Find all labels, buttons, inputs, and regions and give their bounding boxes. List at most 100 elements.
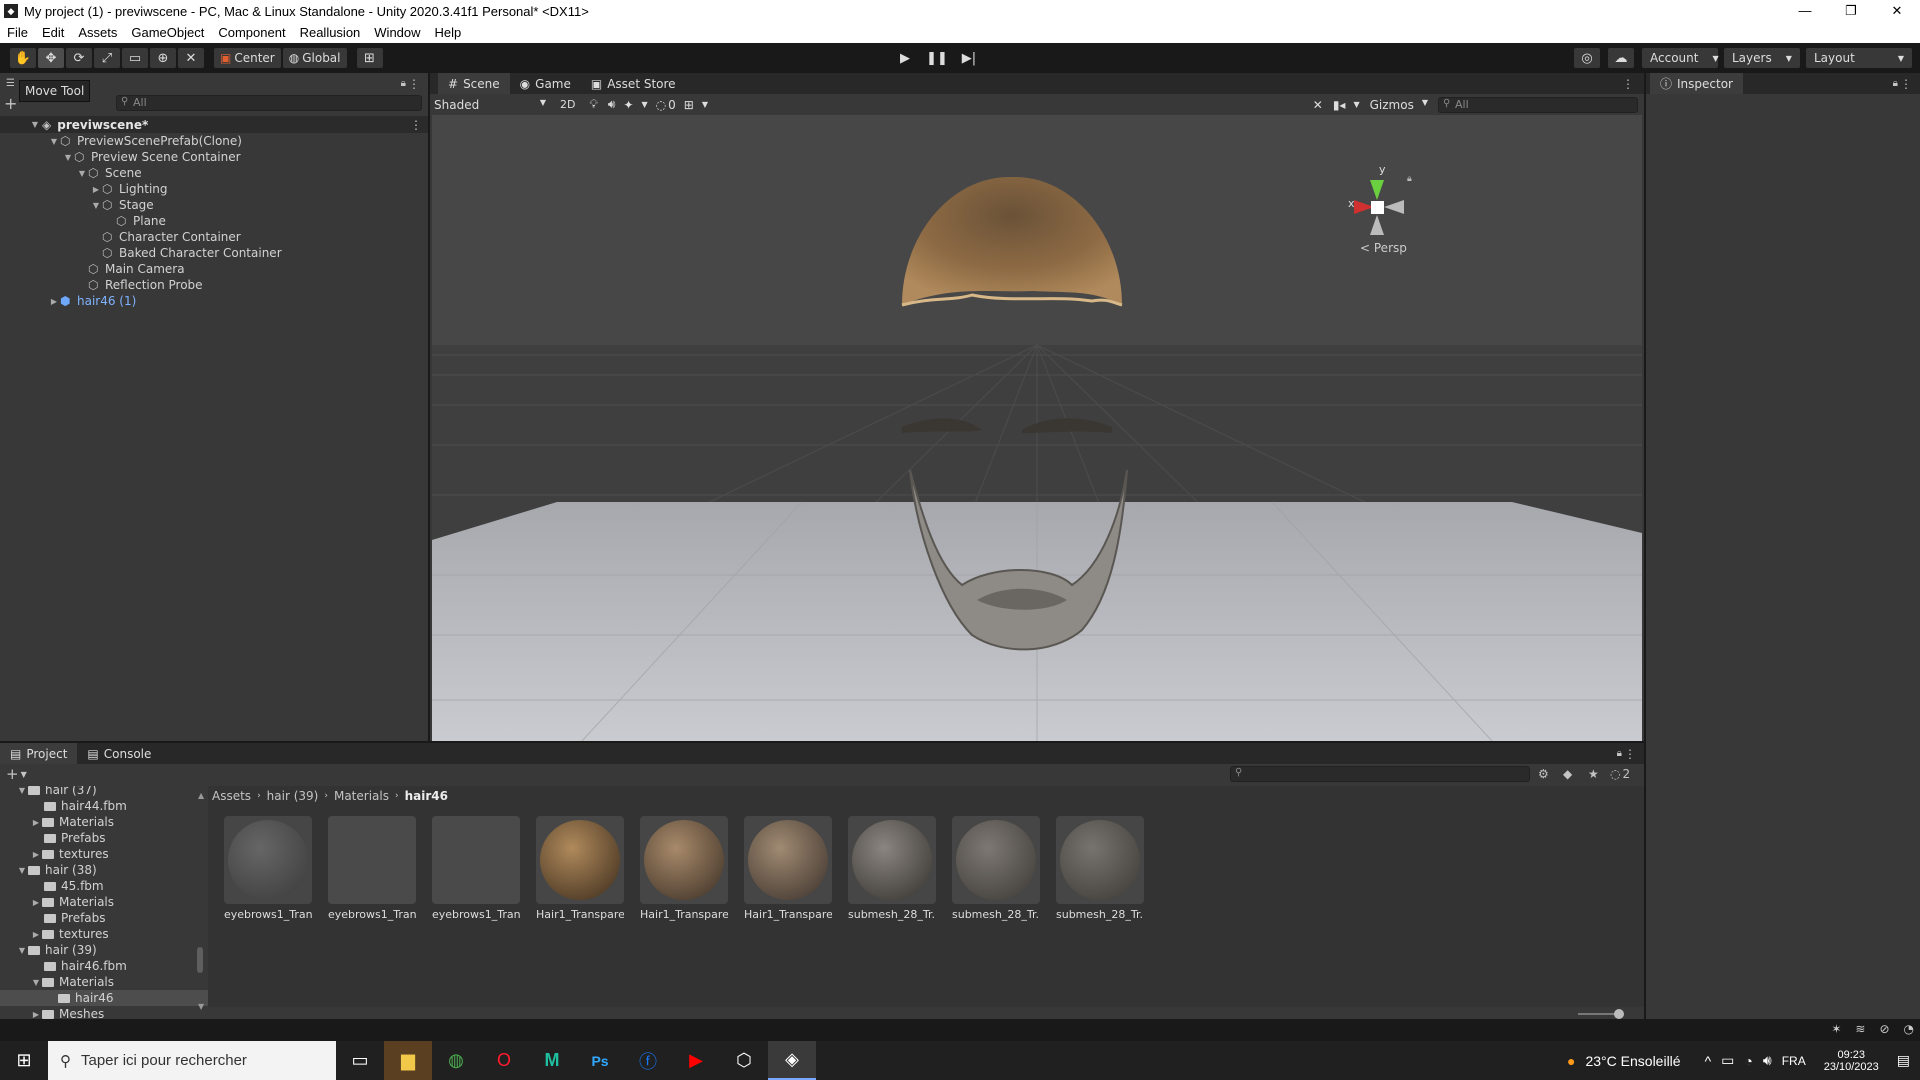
chevron-down-icon[interactable]: ▼ <box>698 100 712 109</box>
collapse-triangle-icon[interactable]: ▶ <box>30 1010 42 1019</box>
menu-gameobject[interactable]: GameObject <box>124 25 211 40</box>
gizmos-dropdown[interactable]: Gizmos ▼ <box>1364 98 1434 112</box>
breadcrumb-item[interactable]: Assets <box>212 789 251 803</box>
menu-reallusion[interactable]: Reallusion <box>293 25 368 40</box>
tools-icon[interactable]: ✕ <box>1307 98 1329 112</box>
expand-triangle-icon[interactable]: ▼ <box>0 120 38 129</box>
menu-window[interactable]: Window <box>367 25 427 40</box>
shading-dropdown[interactable]: Shaded ▼ <box>434 98 552 112</box>
more-menu-icon[interactable]: ⋮ <box>1624 747 1636 761</box>
rotate-tool-icon[interactable]: ⟳ <box>66 48 92 68</box>
expand-triangle-icon[interactable]: ▼ <box>76 169 88 178</box>
more-menu-icon[interactable]: ⋮ <box>1900 77 1912 91</box>
folder-tree-scrollbar[interactable]: ▲ ▼ <box>196 791 206 1011</box>
tab-asset-store[interactable]: ▣ Asset Store <box>581 73 686 94</box>
expand-triangle-icon[interactable]: ▼ <box>48 137 60 146</box>
hierarchy-item[interactable]: ⬡ Reflection Probe <box>0 277 428 293</box>
custom-tool-icon[interactable]: ✕ <box>178 48 204 68</box>
youtube-icon[interactable]: ▶ <box>672 1041 720 1080</box>
menu-help[interactable]: Help <box>428 25 469 40</box>
lock-icon[interactable]: 🔒︎ <box>1617 748 1622 759</box>
chevron-down-icon[interactable]: ▼ <box>1349 100 1363 109</box>
hierarchy-item[interactable]: ▶ ⬡ Lighting <box>0 181 428 197</box>
lock-icon[interactable]: 🔒︎ <box>401 78 406 89</box>
add-icon[interactable]: + <box>6 765 19 783</box>
breadcrumb-item[interactable]: hair (39) <box>267 789 319 803</box>
scene-search-input[interactable]: ⚲ All <box>1438 96 1638 113</box>
pause-button[interactable]: ❚❚ <box>922 48 952 68</box>
language-indicator[interactable]: FRA <box>1782 1054 1806 1068</box>
rect-tool-icon[interactable]: ▭ <box>122 48 148 68</box>
play-button[interactable]: ▶ <box>890 48 920 68</box>
breadcrumb-item[interactable]: hair46 <box>405 789 448 803</box>
cache-icon[interactable]: ⊘ <box>1879 1022 1889 1036</box>
collapse-triangle-icon[interactable]: ▶ <box>30 818 42 827</box>
scene-viewport[interactable]: y x 🔒︎ < Persp <box>432 115 1642 741</box>
scene-row[interactable]: ▼ ◈ previwscene* ⋮ <box>0 116 428 133</box>
menu-assets[interactable]: Assets <box>71 25 124 40</box>
filter-type-icon[interactable]: ⚙ <box>1538 767 1549 781</box>
photoshop-icon[interactable]: Ps <box>576 1041 624 1080</box>
facebook-icon[interactable]: ⓕ <box>624 1041 672 1080</box>
collapse-triangle-icon[interactable]: ▶ <box>90 185 102 194</box>
notification-icon[interactable]: ✶ <box>1831 1022 1841 1036</box>
hierarchy-item[interactable]: ⬡ Character Container <box>0 229 428 245</box>
project-search-input[interactable]: ⚲ <box>1230 766 1530 782</box>
more-menu-icon[interactable]: ⋮ <box>410 118 422 132</box>
asset-item[interactable]: submesh_28_Tr... <box>1056 816 1144 921</box>
close-button[interactable]: ✕ <box>1874 0 1920 22</box>
tab-inspector[interactable]: ⓘ Inspector <box>1650 73 1743 94</box>
cloud-icon[interactable]: ☁ <box>1608 48 1634 68</box>
folder-item[interactable]: ▶ Materials <box>0 894 208 910</box>
expand-triangle-icon[interactable]: ▼ <box>30 978 42 987</box>
layout-dropdown[interactable]: Layout ▼ <box>1806 48 1912 68</box>
asset-item[interactable]: Hair1_Transpare... <box>640 816 728 921</box>
camera-icon[interactable]: ▮◂ <box>1329 98 1350 112</box>
hierarchy-item[interactable]: ▶ ⬢ hair46 (1) <box>0 293 428 309</box>
filter-label-icon[interactable]: ◆ <box>1563 767 1572 781</box>
expand-triangle-icon[interactable]: ▼ <box>16 866 28 875</box>
transform-tool-icon[interactable]: ⊕ <box>150 48 176 68</box>
step-button[interactable]: ▶| <box>954 48 984 68</box>
asset-item[interactable]: submesh_28_Tr... <box>952 816 1040 921</box>
asset-item[interactable]: Hair1_Transpare... <box>536 816 624 921</box>
volume-icon[interactable]: 🔊︎ <box>1763 1052 1772 1069</box>
asset-item[interactable]: eyebrows1_Tran... <box>328 816 416 921</box>
folder-item[interactable]: ▼ hair (38) <box>0 862 208 878</box>
tab-console[interactable]: ▤ Console <box>77 743 161 764</box>
folder-item[interactable]: hair44.fbm <box>0 798 208 814</box>
asset-item[interactable]: eyebrows1_Tran... <box>432 816 520 921</box>
notifications-icon[interactable]: ▤ <box>1897 1052 1910 1069</box>
collapse-triangle-icon[interactable]: ▶ <box>30 930 42 939</box>
hierarchy-item[interactable]: ▼ ⬡ Preview Scene Container <box>0 149 428 165</box>
grid-toggle-icon[interactable]: ⊞ <box>680 98 698 112</box>
folder-item[interactable]: ▶ textures <box>0 926 208 942</box>
collapse-triangle-icon[interactable]: ▶ <box>30 850 42 859</box>
progress-icon[interactable]: ≋ <box>1855 1022 1865 1036</box>
collab-icon[interactable]: ◎ <box>1574 48 1600 68</box>
unity-hub-icon[interactable]: ⬡ <box>720 1041 768 1080</box>
hand-tool-icon[interactable]: ✋ <box>10 48 36 68</box>
hierarchy-item[interactable]: ⬡ Plane <box>0 213 428 229</box>
menu-component[interactable]: Component <box>211 25 292 40</box>
tab-game[interactable]: ◉ Game <box>510 73 581 94</box>
folder-item[interactable]: Prefabs <box>0 830 208 846</box>
layers-dropdown[interactable]: Layers ▼ <box>1724 48 1800 68</box>
chevron-up-icon[interactable]: ^ <box>1705 1053 1712 1069</box>
menu-edit[interactable]: Edit <box>35 25 71 40</box>
folder-item[interactable]: hair46.fbm <box>0 958 208 974</box>
folder-item[interactable]: ▼ Materials <box>0 974 208 990</box>
m-app-icon[interactable]: M <box>528 1041 576 1080</box>
account-dropdown[interactable]: Account ▼ <box>1642 48 1719 68</box>
folder-item[interactable]: ▼ hair (37) <box>0 786 208 798</box>
audio-toggle-icon[interactable]: 🔊︎ <box>604 97 620 112</box>
scale-tool-icon[interactable]: ⤢ <box>94 48 120 68</box>
restore-button[interactable]: ❐ <box>1828 0 1874 22</box>
clock[interactable]: 09:23 23/10/2023 <box>1824 1049 1879 1073</box>
breadcrumb-item[interactable]: Materials <box>334 789 389 803</box>
hierarchy-item[interactable]: ⬡ Main Camera <box>0 261 428 277</box>
chevron-down-icon[interactable]: ▼ <box>638 100 652 109</box>
hierarchy-item[interactable]: ▼ ⬡ Stage <box>0 197 428 213</box>
hierarchy-item[interactable]: ▼ ⬡ Scene <box>0 165 428 181</box>
move-tool-icon[interactable]: ✥ <box>38 48 64 68</box>
